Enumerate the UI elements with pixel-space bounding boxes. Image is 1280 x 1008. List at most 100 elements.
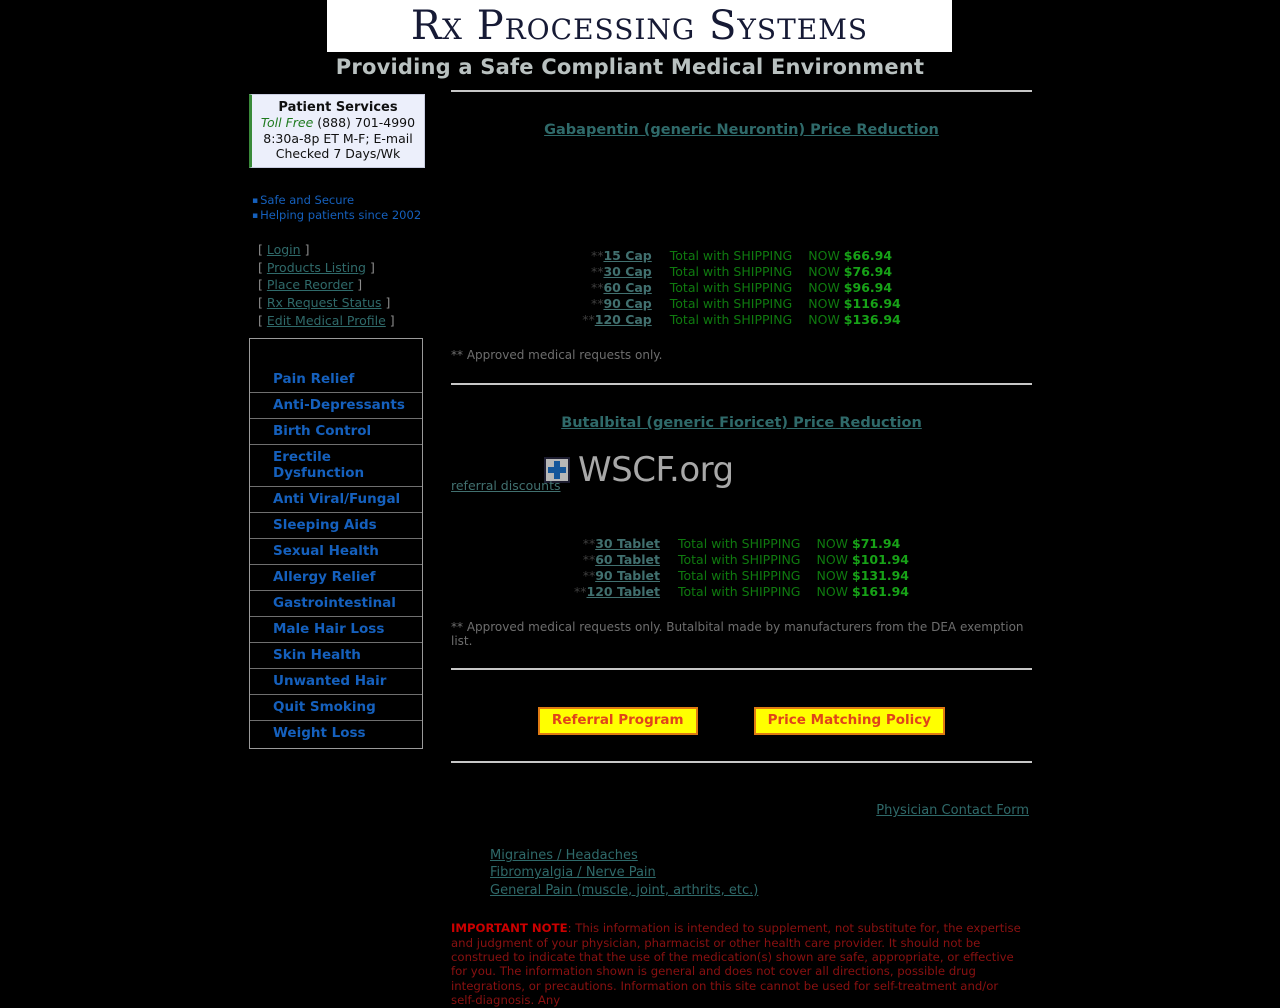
quantity-link-90-cap[interactable]: 90 Cap bbox=[603, 296, 651, 311]
site-logo-text: Rx Processing Systems bbox=[410, 3, 869, 49]
now-label: NOW bbox=[816, 568, 849, 583]
category-item-quit-smoking[interactable]: Quit Smoking bbox=[250, 695, 422, 721]
shipping-label: Total with SHIPPING bbox=[678, 552, 801, 567]
price-row: **120 Cap Total with SHIPPING NOW $136.9… bbox=[582, 312, 900, 328]
condition-link-general-pain[interactable]: General Pain (muscle, joint, arthrits, e… bbox=[490, 882, 758, 899]
trust-bullet-item: ▪ Safe and Secure bbox=[252, 193, 425, 208]
quantity-link-120-cap[interactable]: 120 Cap bbox=[595, 312, 652, 327]
gabapentin-footnote: ** Approved medical requests only. bbox=[451, 348, 663, 362]
quick-link-place-reorder[interactable]: Place Reorder bbox=[267, 277, 353, 292]
price-value-60-cap: $96.94 bbox=[843, 280, 893, 295]
price-value-30-tablet: $71.94 bbox=[852, 536, 901, 551]
shipping-label: Total with SHIPPING bbox=[678, 536, 801, 551]
category-item-erectile-dysfunction[interactable]: Erectile Dysfunction bbox=[250, 445, 422, 487]
now-label: NOW bbox=[808, 248, 840, 263]
category-item-allergy-relief[interactable]: Allergy Relief bbox=[250, 565, 422, 591]
price-matching-policy-button[interactable]: Price Matching Policy bbox=[753, 707, 946, 735]
gabapentin-price-table: **15 Cap Total with SHIPPING NOW $66.94 … bbox=[582, 248, 900, 328]
quantity-link-30-cap[interactable]: 30 Cap bbox=[603, 264, 651, 279]
trust-bullet-label: Safe and Secure bbox=[260, 193, 355, 208]
trust-bullet-label: Helping patients since 2002 bbox=[260, 208, 422, 223]
approval-asterisks: ** bbox=[574, 584, 587, 599]
price-value-120-tablet: $161.94 bbox=[852, 584, 909, 599]
toll-free-label: Toll Free bbox=[260, 115, 314, 131]
trust-bullet-list: ▪ Safe and Secure ▪ Helping patients since… bbox=[249, 193, 425, 224]
shipping-label: Total with SHIPPING bbox=[669, 312, 793, 327]
now-label: NOW bbox=[808, 296, 840, 311]
butalbital-promo-link[interactable]: Butalbital (generic Fioricet) Price Redu… bbox=[561, 415, 922, 431]
referral-program-button[interactable]: Referral Program bbox=[537, 707, 698, 735]
approval-asterisks: ** bbox=[582, 536, 596, 551]
quick-link-row-login: [ Login ] bbox=[258, 241, 310, 257]
price-value-90-tablet: $131.94 bbox=[852, 568, 909, 583]
butalbital-price-table: **30 Tablet Total with SHIPPING NOW $71.… bbox=[574, 536, 909, 600]
bullet-dot-icon: ▪ bbox=[252, 196, 259, 207]
category-item-male-hair-loss[interactable]: Male Hair Loss bbox=[250, 617, 422, 643]
category-item-unwanted-hair[interactable]: Unwanted Hair bbox=[250, 669, 422, 695]
shipping-label: Total with SHIPPING bbox=[669, 248, 793, 263]
gabapentin-promo-link[interactable]: Gabapentin (generic Neurontin) Price Red… bbox=[544, 122, 939, 138]
trust-bullet-item: ▪ Helping patients since 2002 bbox=[252, 208, 425, 223]
category-item-skin-health[interactable]: Skin Health bbox=[250, 643, 422, 669]
butalbital-footnote: ** Approved medical requests only. Butal… bbox=[451, 620, 1024, 648]
category-item-anti-viral-fungal[interactable]: Anti Viral/Fungal bbox=[250, 487, 422, 513]
quantity-link-90-tablet[interactable]: 90 Tablet bbox=[595, 568, 660, 583]
price-row: **120 Tablet Total with SHIPPING NOW $16… bbox=[574, 584, 909, 600]
price-row: **60 Cap Total with SHIPPING NOW $96.94 bbox=[582, 280, 900, 296]
shipping-label: Total with SHIPPING bbox=[669, 280, 793, 295]
quick-links-list: [ Login ] [ Products Listing ] [ Place R… bbox=[249, 241, 425, 330]
main-content: Gabapentin (generic Neurontin) Price Red… bbox=[451, 90, 1032, 1008]
quantity-link-120-tablet[interactable]: 120 Tablet bbox=[587, 584, 660, 599]
price-row: **90 Tablet Total with SHIPPING NOW $131… bbox=[574, 568, 909, 584]
condition-link-fibromyalgia[interactable]: Fibromyalgia / Nerve Pain bbox=[490, 864, 656, 881]
price-row: **30 Cap Total with SHIPPING NOW $76.94 bbox=[582, 264, 900, 280]
quantity-link-15-cap[interactable]: 15 Cap bbox=[603, 248, 651, 263]
quantity-link-60-cap[interactable]: 60 Cap bbox=[603, 280, 651, 295]
referral-discounts-link[interactable]: referral discounts bbox=[451, 478, 561, 493]
category-item-pain-relief[interactable]: Pain Relief bbox=[250, 367, 422, 393]
important-note-label: IMPORTANT NOTE bbox=[451, 921, 568, 936]
bullet-dot-icon: ▪ bbox=[252, 211, 259, 222]
now-label: NOW bbox=[808, 312, 840, 327]
condition-link-migraines[interactable]: Migraines / Headaches bbox=[490, 847, 638, 864]
quick-link-login[interactable]: Login bbox=[267, 242, 301, 257]
quantity-link-30-tablet[interactable]: 30 Tablet bbox=[595, 536, 660, 551]
price-value-30-cap: $76.94 bbox=[843, 264, 893, 279]
patient-services-phone: (888) 701-4990 bbox=[317, 115, 416, 131]
quantity-link-60-tablet[interactable]: 60 Tablet bbox=[595, 552, 660, 567]
quick-link-row-reorder: [ Place Reorder ] bbox=[258, 277, 363, 293]
patient-services-email-note: Checked 7 Days/Wk bbox=[275, 145, 401, 161]
price-row: **30 Tablet Total with SHIPPING NOW $71.… bbox=[574, 536, 909, 552]
shipping-label: Total with SHIPPING bbox=[678, 584, 801, 599]
quick-link-edit-medical-profile[interactable]: Edit Medical Profile bbox=[267, 313, 386, 328]
shipping-label: Total with SHIPPING bbox=[669, 296, 793, 311]
physician-contact-row: Physician Contact Form bbox=[451, 763, 1032, 818]
category-item-sleeping-aids[interactable]: Sleeping Aids bbox=[250, 513, 422, 539]
price-value-120-cap: $136.94 bbox=[843, 312, 901, 327]
condition-link-row: Fibromyalgia / Nerve Pain bbox=[490, 864, 1032, 881]
category-item-weight-loss[interactable]: Weight Loss bbox=[250, 721, 422, 746]
patient-services-hours: 8:30a-8p ET M-F; E-mail bbox=[263, 130, 413, 146]
quick-link-rx-request-status[interactable]: Rx Request Status bbox=[267, 295, 382, 310]
approval-asterisks: ** bbox=[582, 568, 596, 583]
approval-asterisks: ** bbox=[590, 248, 604, 263]
patient-services-title: Patient Services bbox=[278, 100, 398, 115]
site-logo-banner: Rx Processing Systems bbox=[327, 0, 952, 52]
price-row: **15 Cap Total with SHIPPING NOW $66.94 bbox=[582, 248, 900, 264]
shipping-label: Total with SHIPPING bbox=[669, 264, 793, 279]
category-item-birth-control[interactable]: Birth Control bbox=[250, 419, 422, 445]
category-item-gastrointestinal[interactable]: Gastrointestinal bbox=[250, 591, 422, 617]
site-tagline: Providing a Safe Compliant Medical Envir… bbox=[335, 55, 925, 79]
quick-link-products-listing[interactable]: Products Listing bbox=[267, 260, 366, 275]
left-sidebar: Patient Services Toll Free (888) 701-499… bbox=[249, 94, 425, 330]
condition-link-row: Migraines / Headaches bbox=[490, 847, 1032, 864]
physician-contact-form-link[interactable]: Physician Contact Form bbox=[876, 803, 1029, 818]
now-label: NOW bbox=[816, 584, 849, 599]
condition-links-list: Migraines / Headaches Fibromyalgia / Ner… bbox=[451, 818, 1032, 899]
category-item-anti-depressants[interactable]: Anti-Depressants bbox=[250, 393, 422, 419]
quick-link-row-products: [ Products Listing ] bbox=[258, 259, 375, 275]
approval-asterisks: ** bbox=[590, 280, 604, 295]
promo-button-row: Referral Program Price Matching Policy bbox=[451, 670, 1032, 735]
price-value-60-tablet: $101.94 bbox=[852, 552, 909, 567]
category-item-sexual-health[interactable]: Sexual Health bbox=[250, 539, 422, 565]
